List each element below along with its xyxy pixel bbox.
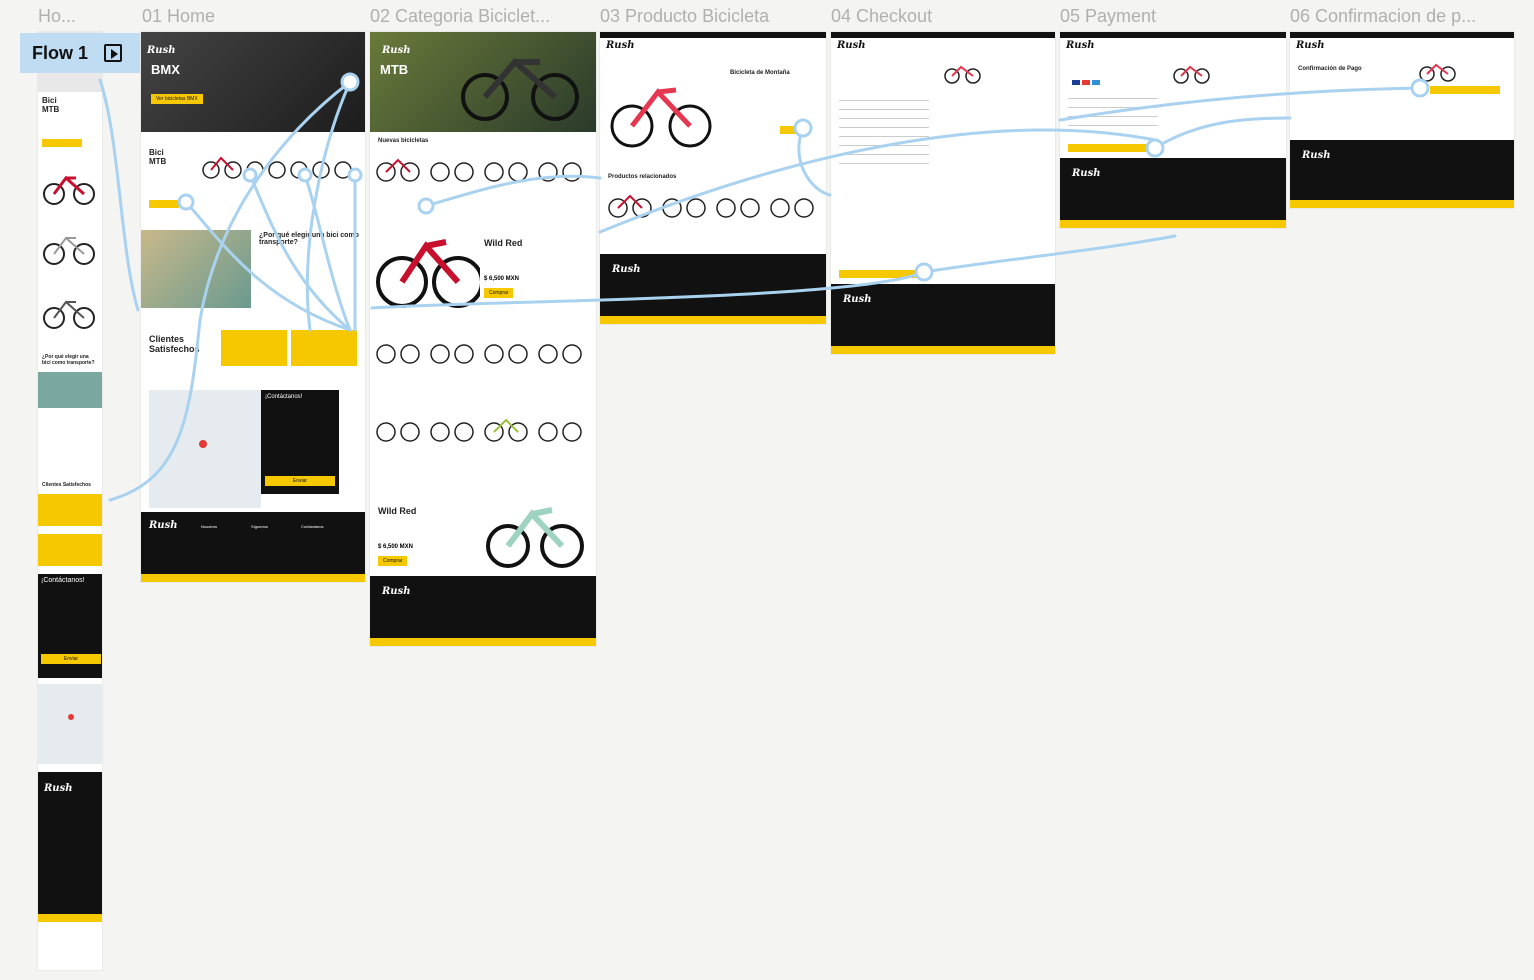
- flow-start-badge[interactable]: Flow 1: [20, 33, 140, 73]
- play-frame-icon[interactable]: [104, 44, 123, 62]
- prototype-connections: [93, 49, 1430, 502]
- flow-label: Flow 1: [32, 42, 89, 63]
